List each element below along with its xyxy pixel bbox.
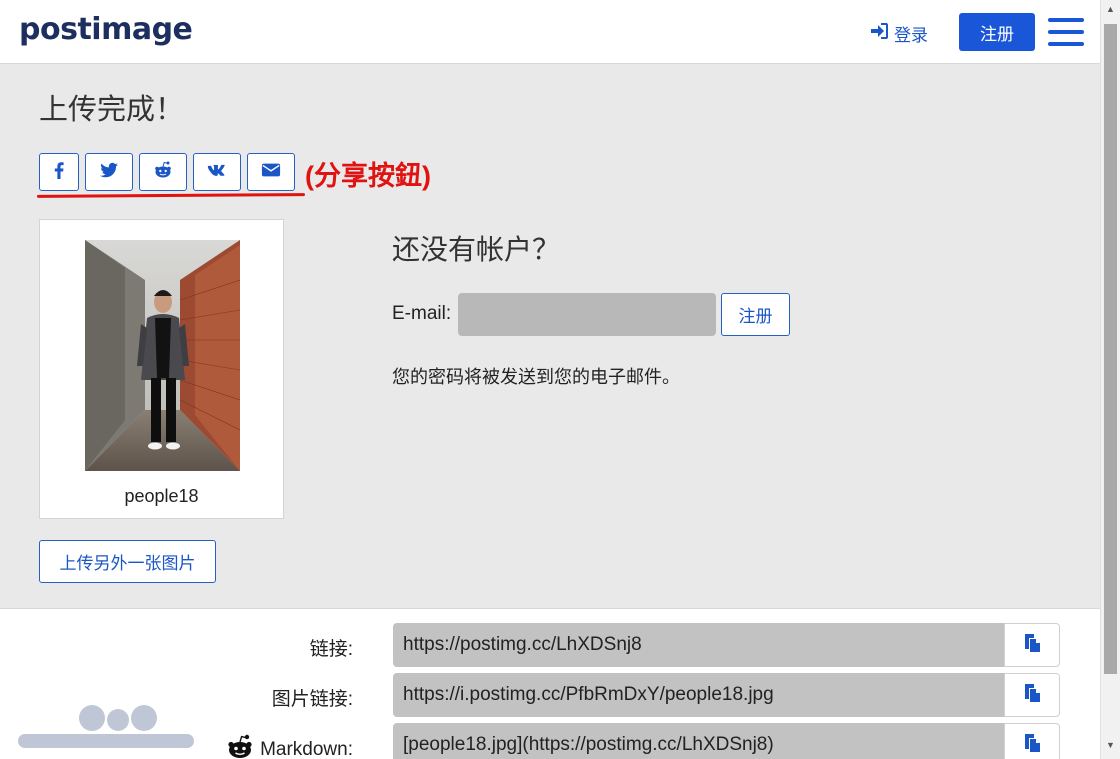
email-input[interactable] [458, 293, 716, 336]
copy-button[interactable] [1004, 623, 1060, 667]
upload-another-button[interactable]: 上传另外一张图片 [39, 540, 216, 583]
copy-button[interactable] [1004, 673, 1060, 717]
sign-in-icon [870, 23, 888, 44]
menu-icon[interactable] [1048, 18, 1084, 46]
thumbnail-card[interactable]: people18 [39, 219, 284, 519]
page-title: 上传完成！ [39, 94, 185, 126]
password-note: 您的密码将被发送到您的电子邮件。 [392, 367, 680, 387]
postimage-logo[interactable]: postimage [19, 12, 193, 47]
link-value-field[interactable]: [people18.jpg](https://postimg.cc/LhXDSn… [393, 723, 1004, 759]
email-label: E-mail: [392, 303, 452, 324]
link-row: 链接: https://postimg.cc/LhXDSnj8 [0, 623, 1100, 667]
image-name-label: people18 [124, 486, 199, 506]
link-row: 图片链接: https://i.postimg.cc/PfbRmDxY/peop… [0, 673, 1100, 717]
link-label: 链接: [309, 639, 353, 660]
markdown-label-text: Markdown: [260, 739, 353, 759]
link-label-markdown: Markdown: [226, 734, 353, 759]
copy-button[interactable] [1004, 723, 1060, 759]
scrollbar-thumb[interactable] [1104, 24, 1117, 674]
scroll-up-icon[interactable]: ▲ [1106, 4, 1115, 14]
reddit-icon [226, 734, 254, 759]
no-account-heading: 还没有帐户？ [392, 234, 561, 265]
links-section: 链接: https://postimg.cc/LhXDSnj8 图片链接: ht… [0, 608, 1100, 759]
copy-icon [1023, 683, 1041, 708]
copy-icon [1023, 733, 1041, 758]
top-navbar: postimage 登录 注册 [0, 0, 1100, 64]
facebook-icon [49, 160, 69, 185]
reddit-icon [153, 160, 173, 185]
envelope-icon [261, 160, 281, 185]
link-label: 图片链接: [271, 689, 353, 710]
copy-icon [1023, 633, 1041, 658]
login-link[interactable]: 登录 [870, 21, 928, 46]
share-annotation: (分享按鈕) [305, 161, 431, 191]
share-reddit-button[interactable] [139, 153, 187, 191]
share-buttons [39, 153, 295, 191]
share-twitter-button[interactable] [85, 153, 133, 191]
share-email-button[interactable] [247, 153, 295, 191]
share-vk-button[interactable] [193, 153, 241, 191]
twitter-icon [99, 160, 119, 185]
link-value-field[interactable]: https://postimg.cc/LhXDSnj8 [393, 623, 1004, 667]
vk-icon [207, 160, 227, 185]
page-scrollbar[interactable]: ▲ ▼ [1100, 0, 1120, 759]
link-value-field[interactable]: https://i.postimg.cc/PfbRmDxY/people18.j… [393, 673, 1004, 717]
uploaded-image-thumbnail[interactable] [85, 240, 240, 471]
scroll-down-icon[interactable]: ▼ [1106, 740, 1115, 750]
register-button[interactable]: 注册 [721, 293, 790, 336]
login-label: 登录 [894, 26, 928, 45]
register-button-top[interactable]: 注册 [959, 13, 1035, 51]
share-facebook-button[interactable] [39, 153, 79, 191]
annotation-underline [36, 193, 306, 198]
link-row: Markdown: [people18.jpg](https://postimg… [0, 723, 1100, 759]
